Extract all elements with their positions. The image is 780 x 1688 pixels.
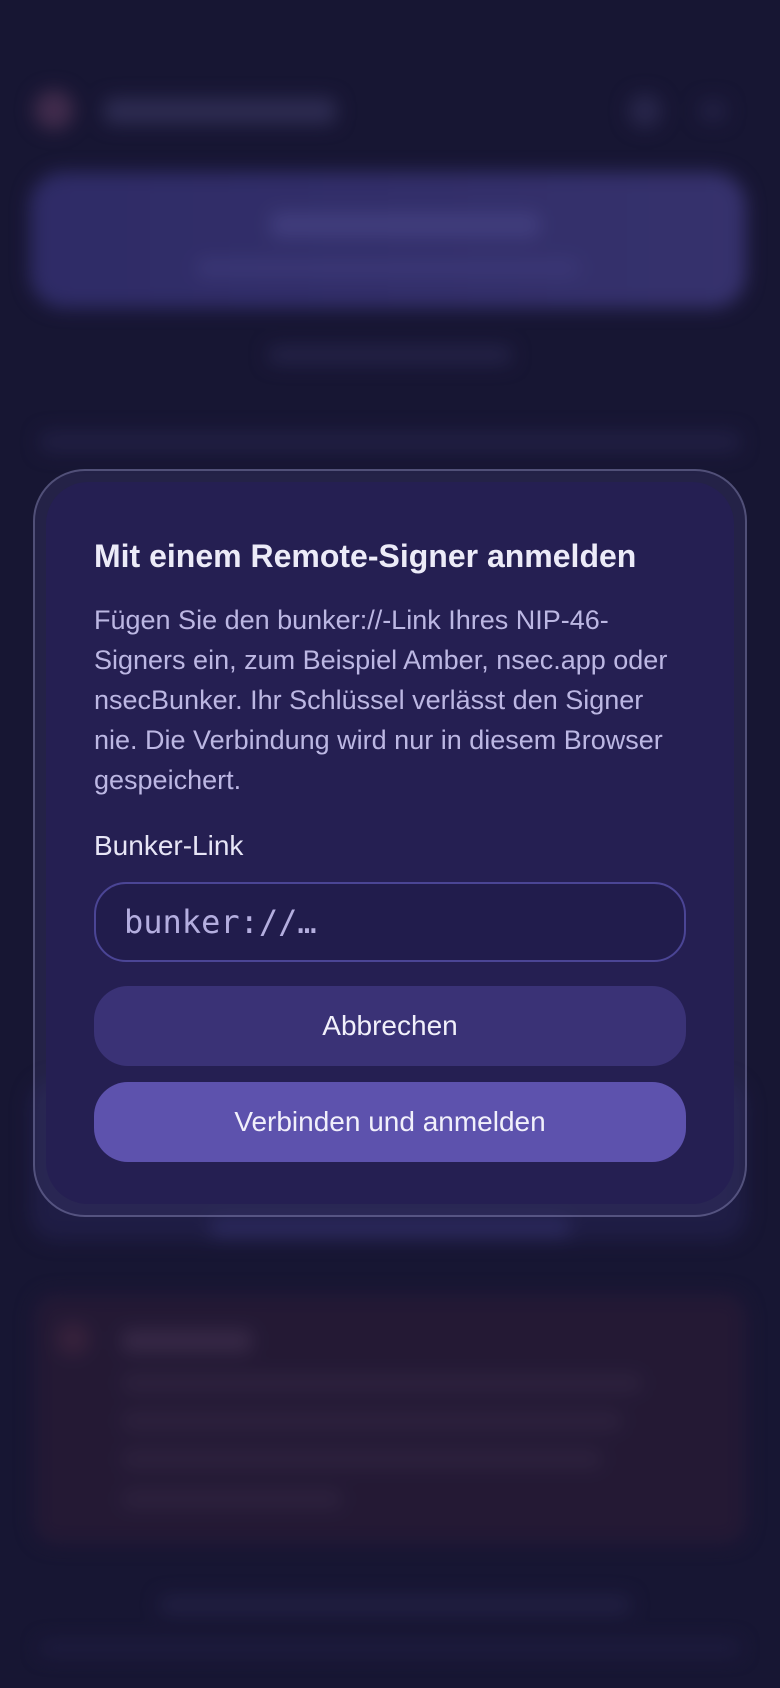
dialog-description: Fügen Sie den bunker://-Link Ihres NIP-4… <box>94 605 668 795</box>
dialog-title: Mit einem Remote-Signer anmelden <box>94 538 637 574</box>
connect-and-login-button[interactable]: Verbinden und anmelden <box>94 1082 686 1162</box>
remote-signer-dialog: Mit einem Remote-Signer anmelden Fügen S… <box>46 482 734 1204</box>
bunker-link-input[interactable] <box>94 882 686 962</box>
bunker-link-label: Bunker-Link <box>94 830 244 861</box>
cancel-button[interactable]: Abbrechen <box>94 986 686 1066</box>
page: Mit einem Remote-Signer anmelden Fügen S… <box>0 0 780 1688</box>
